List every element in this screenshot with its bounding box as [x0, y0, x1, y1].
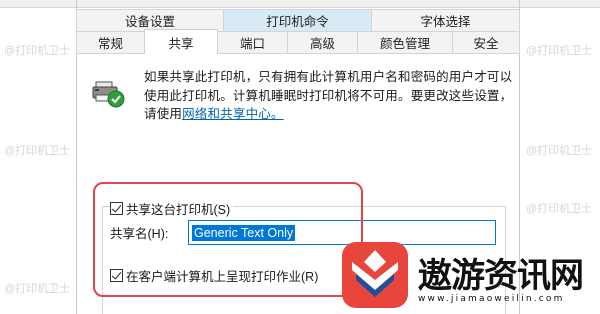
tab-color-management[interactable]: 颜色管理 [357, 31, 453, 53]
brand-logo-icon [342, 242, 408, 308]
tab-sharing[interactable]: 共享 [144, 29, 218, 54]
watermark: @打印机卫士 [526, 45, 593, 57]
watermark: @打印机卫士 [526, 203, 593, 215]
tab-font-selection[interactable]: 字体选择 [371, 9, 520, 31]
tab-row-front: 常规 共享 端口 高级 颜色管理 安全 [76, 29, 520, 54]
tab-security[interactable]: 安全 [452, 31, 520, 53]
tab-ports[interactable]: 端口 [217, 31, 288, 53]
watermark: @打印机卫士 [4, 283, 71, 295]
tab-advanced[interactable]: 高级 [287, 31, 358, 53]
annotation-highlight-box [93, 182, 363, 297]
watermark: @打印机卫士 [4, 145, 71, 157]
brand-url: www.jiamaoweilin.com [418, 294, 565, 304]
tab-row-back: 设备设置 打印机命令 字体选择 [76, 9, 520, 31]
shared-printer-icon [92, 81, 125, 108]
tab-device-settings[interactable]: 设备设置 [76, 9, 224, 31]
tab-content-border [76, 53, 520, 54]
brand-name: 遨游资讯网 [418, 256, 584, 296]
sharing-info-text: 如果共享此打印机，只有拥有此计算机用户名和密码的用户才可以使用此打印机。计算机睡… [144, 68, 516, 124]
watermark: @打印机卫士 [4, 45, 71, 57]
watermark: @打印机卫士 [526, 145, 593, 157]
tab-printer-commands[interactable]: 打印机命令 [223, 9, 372, 31]
window-top-band [0, 0, 600, 8]
network-sharing-center-link[interactable]: 网络和共享中心。 [182, 107, 284, 121]
tab-general[interactable]: 常规 [76, 31, 145, 53]
